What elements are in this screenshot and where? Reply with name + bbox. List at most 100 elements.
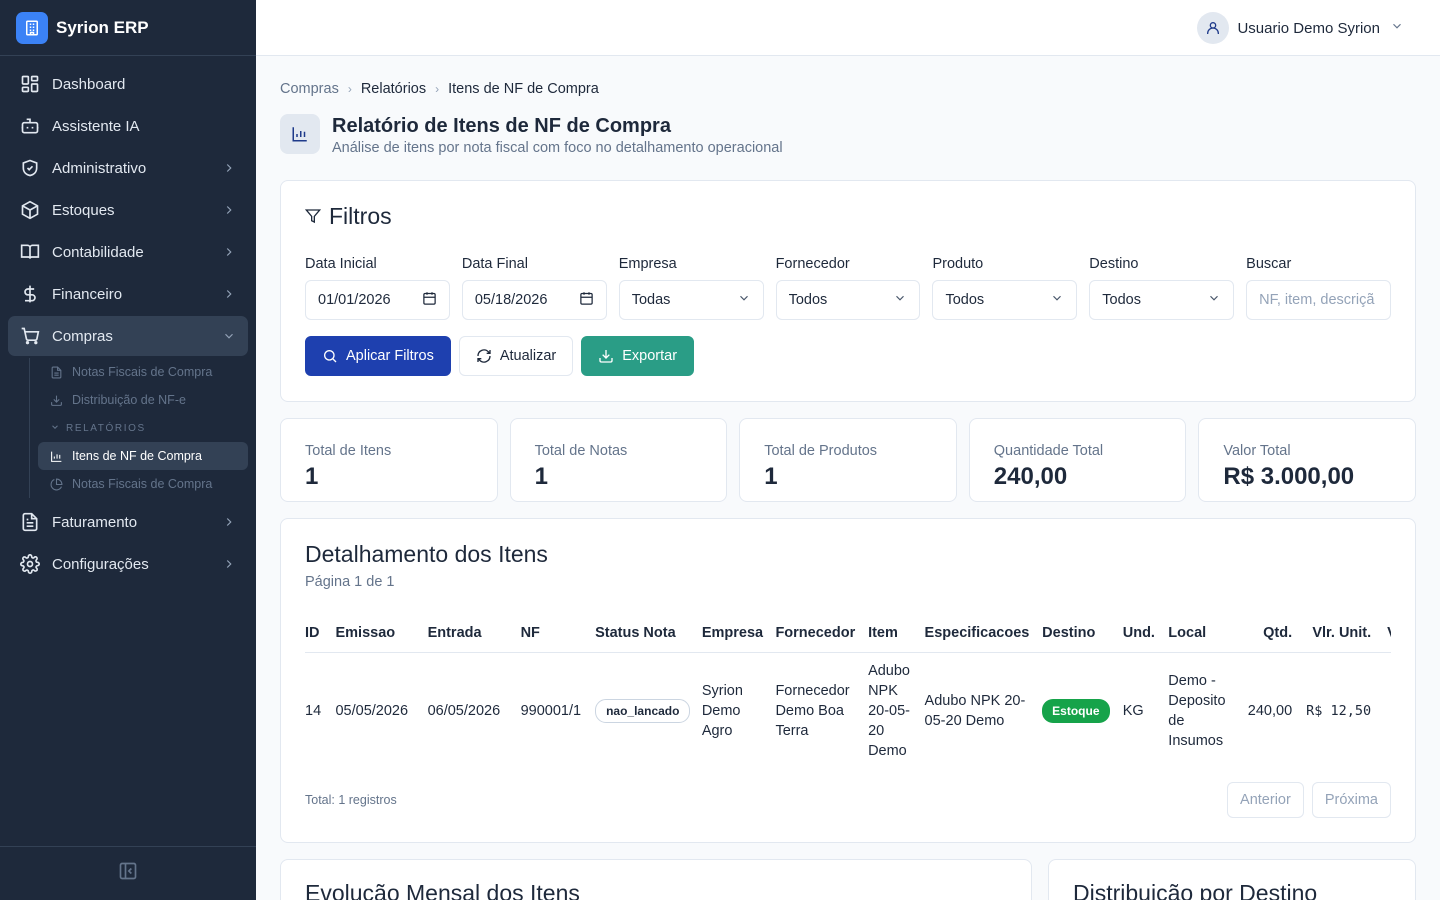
stat-value: 240,00 — [993, 463, 1068, 490]
column-header[interactable]: Qtd. — [1238, 614, 1301, 653]
sidebar-item-financeiro[interactable]: Financeiro — [8, 274, 248, 314]
stat-label: Total de Itens — [305, 443, 392, 459]
cell-id: 14 — [305, 702, 322, 719]
column-header[interactable]: Empresa — [701, 614, 776, 653]
cell-item: Adubo NPK 20-05-20 Demo — [868, 662, 910, 759]
dollar-icon — [20, 284, 40, 304]
column-header[interactable]: Status Nota — [595, 614, 702, 653]
pagination: Anterior Próxima — [1227, 782, 1391, 818]
subnav-item-notas-fiscais[interactable]: Notas Fiscais de Compra — [38, 358, 248, 386]
sidebar-item-estoques[interactable]: Estoques — [8, 190, 248, 230]
stat-value: R$ 3.000,00 — [1223, 463, 1355, 490]
page-header: Relatório de Itens de NF de Compra Análi… — [280, 114, 1416, 156]
user-menu[interactable]: Usuario Demo Syrion — [1197, 12, 1404, 44]
field-label: Data Inicial — [305, 256, 377, 272]
filter-icon — [304, 203, 322, 230]
cell-fornecedor: Fornecedor Demo Boa Terra — [775, 682, 850, 739]
calendar-icon[interactable] — [422, 291, 437, 310]
column-header[interactable]: Und. — [1122, 614, 1169, 653]
export-button[interactable]: Exportar — [581, 336, 695, 376]
sidebar-item-label: Assistente IA — [52, 117, 140, 135]
sidebar-item-contabilidade[interactable]: Contabilidade — [8, 232, 248, 272]
search-placeholder: NF, item, descriçã — [1259, 292, 1375, 308]
subnav-item-distribuicao[interactable]: Distribuição de NF-e — [38, 386, 248, 414]
column-header[interactable]: Emissao — [335, 614, 428, 653]
sidebar-item-administrativo[interactable]: Administrativo — [8, 148, 248, 188]
column-header[interactable]: Item — [868, 614, 925, 653]
download-icon — [598, 348, 614, 364]
cell-especificacoes: Adubo NPK 20-05-20 Demo — [924, 692, 1026, 729]
panel-left-icon — [118, 861, 138, 886]
search-input[interactable]: NF, item, descriçã — [1246, 280, 1392, 320]
next-page-button[interactable]: Próxima — [1311, 782, 1391, 818]
cell-emissao: 05/05/2026 — [335, 702, 409, 719]
column-header[interactable]: Entrada — [427, 614, 521, 653]
subnav-section-relatorios[interactable]: RELATÓRIOS — [38, 414, 248, 442]
subnav-item-label: Itens de NF de Compra — [72, 449, 202, 463]
card-title: Evolução Mensal dos Itens — [305, 880, 580, 900]
column-header[interactable]: Vlr. Unit. — [1300, 614, 1380, 653]
cell-vlr-unit: R$ 12,50 — [1306, 702, 1372, 719]
field-label: Data Final — [461, 256, 528, 272]
sidebar-item-assistente-ia[interactable]: Assistente IA — [8, 106, 248, 146]
produto-select[interactable]: Todos — [932, 280, 1078, 320]
subnav-item-itens-nf[interactable]: Itens de NF de Compra — [38, 442, 248, 470]
stat-total-itens: Total de Itens 1 — [280, 418, 498, 502]
table-row[interactable]: 14 05/05/2026 06/05/2026 990001/1 nao_la… — [305, 652, 1391, 769]
sidebar-item-label: Contabilidade — [52, 243, 144, 261]
cell-und: KG — [1122, 702, 1144, 719]
cell-nf: 990001/1 — [520, 702, 582, 719]
column-header[interactable]: ID — [305, 614, 336, 653]
destino-select[interactable]: Todos — [1089, 280, 1235, 320]
sidebar-item-label: Compras — [52, 327, 113, 345]
date-start-input[interactable]: 01/01/2026 — [305, 280, 450, 320]
sidebar-item-compras[interactable]: Compras — [8, 316, 248, 356]
page-subtitle: Análise de itens por nota fiscal com foc… — [332, 140, 783, 156]
cell-destino: Estoque — [1042, 652, 1123, 769]
sidebar-item-configuracoes[interactable]: Configurações — [8, 544, 248, 584]
column-header[interactable]: Local — [1168, 614, 1239, 653]
refresh-button[interactable]: Atualizar — [458, 336, 574, 376]
field-label: Empresa — [618, 256, 677, 272]
date-end-input[interactable]: 05/18/2026 — [461, 280, 607, 320]
brand[interactable]: Syrion ERP — [0, 0, 256, 56]
button-label: Aplicar Filtros — [346, 348, 434, 364]
column-header[interactable]: Fornecedor — [775, 614, 869, 653]
empresa-select[interactable]: Todas — [618, 280, 764, 320]
previous-page-button[interactable]: Anterior — [1227, 782, 1304, 818]
subnav-item-label: Notas Fiscais de Compra — [72, 477, 213, 491]
filters-card: Filtros Data Inicial 01/01/2026 Data Fin… — [280, 180, 1416, 402]
sidebar-item-faturamento[interactable]: Faturamento — [8, 502, 248, 542]
column-header[interactable]: Especificacoes — [924, 614, 1043, 653]
subnav-item-notas-fiscais-relatorio[interactable]: Notas Fiscais de Compra — [38, 470, 248, 498]
sidebar-item-label: Configurações — [52, 555, 149, 573]
fornecedor-select[interactable]: Todos — [775, 280, 921, 320]
stat-value: 1 — [305, 463, 319, 490]
breadcrumb-item[interactable]: Compras — [280, 81, 339, 97]
chevron-right-icon: › — [435, 82, 440, 96]
dashboard-icon — [20, 74, 40, 94]
chevron-right-icon — [222, 161, 236, 175]
breadcrumb-item[interactable]: Relatórios — [361, 81, 426, 97]
apply-filters-button[interactable]: Aplicar Filtros — [305, 336, 451, 376]
sidebar-item-dashboard[interactable]: Dashboard — [8, 64, 248, 104]
chevron-down-icon — [50, 422, 60, 435]
table-scroll[interactable]: ID Emissao Entrada NF Status Nota Empres… — [305, 590, 1391, 769]
column-header[interactable]: NF — [520, 614, 596, 653]
column-header[interactable]: Destino — [1042, 614, 1123, 653]
cell-truncated — [1379, 652, 1391, 769]
refresh-icon — [476, 348, 492, 364]
calendar-icon[interactable] — [579, 291, 594, 310]
bot-icon — [20, 116, 40, 136]
collapse-sidebar-button[interactable] — [0, 846, 256, 900]
subnav-section-label: RELATÓRIOS — [66, 422, 146, 434]
table-footer: Total: 1 registros Anterior Próxima — [305, 782, 1391, 818]
building-icon — [16, 11, 48, 44]
filters-title: Filtros — [304, 203, 1391, 230]
chevron-right-icon — [222, 203, 236, 217]
field-value: Todos — [788, 292, 828, 308]
stat-valor-total: Valor Total R$ 3.000,00 — [1198, 418, 1416, 502]
column-header[interactable]: V — [1379, 614, 1391, 653]
field-value: Todos — [1102, 292, 1141, 308]
stat-total-produtos: Total de Produtos 1 — [739, 418, 957, 502]
